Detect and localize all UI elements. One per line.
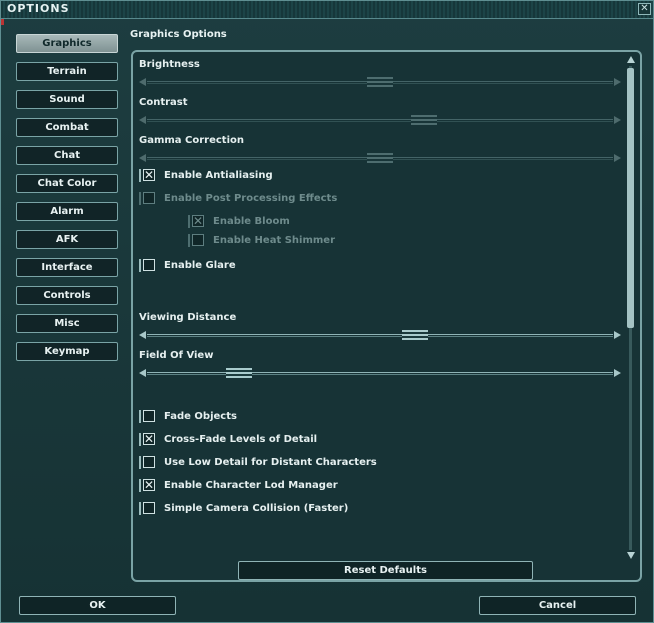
gamma-correction-label: Gamma Correction <box>139 135 245 146</box>
slider-left-arrow-icon[interactable] <box>139 369 146 377</box>
field-of-view-slider[interactable] <box>139 366 621 380</box>
checkbox-tick <box>139 259 141 272</box>
slider-thumb[interactable] <box>367 77 393 87</box>
brightness-label: Brightness <box>139 59 200 70</box>
contrast-slider[interactable] <box>139 113 621 127</box>
slider-track-shadow <box>147 374 613 375</box>
bloom-checkbox[interactable]: ✕ <box>192 214 204 228</box>
slider-right-arrow-icon[interactable] <box>614 78 621 86</box>
checkbox-tick <box>139 433 141 446</box>
section-title: Graphics Options <box>130 29 227 40</box>
slider-right-arrow-icon[interactable] <box>614 369 621 377</box>
fade-objects-checkbox[interactable] <box>143 410 155 422</box>
corner-marker <box>1 19 4 25</box>
checkbox-tick <box>188 234 190 247</box>
slider-left-arrow-icon[interactable] <box>139 78 146 86</box>
sidebar-item-chat-color[interactable]: Chat Color <box>16 174 118 193</box>
check-icon: ✕ <box>144 478 155 492</box>
slider-right-arrow-icon[interactable] <box>614 154 621 162</box>
slider-track <box>147 334 613 335</box>
sidebar-item-terrain[interactable]: Terrain <box>16 62 118 81</box>
check-icon: ✕ <box>193 214 204 228</box>
sidebar-item-keymap[interactable]: Keymap <box>16 342 118 361</box>
slider-left-arrow-icon[interactable] <box>139 116 146 124</box>
checkbox-tick <box>139 192 141 205</box>
viewing-distance-slider[interactable] <box>139 328 621 342</box>
window-title: OPTIONS <box>7 2 70 15</box>
sidebar-item-combat[interactable]: Combat <box>16 118 118 137</box>
cancel-button[interactable]: Cancel <box>479 596 636 615</box>
checkbox-tick <box>139 479 141 492</box>
slider-right-arrow-icon[interactable] <box>614 331 621 339</box>
sidebar-item-interface[interactable]: Interface <box>16 258 118 277</box>
sidebar-item-graphics[interactable]: Graphics <box>16 34 118 53</box>
checkbox-tick <box>139 169 141 182</box>
sidebar-item-sound[interactable]: Sound <box>16 90 118 109</box>
scroll-down-arrow-icon[interactable] <box>627 552 635 559</box>
post-processing-label: Enable Post Processing Effects <box>164 193 338 204</box>
check-icon: ✕ <box>144 168 155 182</box>
slider-thumb[interactable] <box>226 368 253 378</box>
heat-shimmer-label: Enable Heat Shimmer <box>213 235 336 246</box>
field-of-view-label: Field Of View <box>139 350 214 361</box>
brightness-slider[interactable] <box>139 75 621 89</box>
camera-collision-label: Simple Camera Collision (Faster) <box>164 503 349 514</box>
viewing-distance-label: Viewing Distance <box>139 312 237 323</box>
fade-objects-label: Fade Objects <box>164 411 237 422</box>
antialiasing-checkbox[interactable]: ✕ <box>143 168 155 182</box>
reset-defaults-button[interactable]: Reset Defaults <box>238 561 533 580</box>
sidebar-item-afk[interactable]: AFK <box>16 230 118 249</box>
slider-left-arrow-icon[interactable] <box>139 331 146 339</box>
checkbox-tick <box>188 215 190 228</box>
heat-shimmer-checkbox[interactable] <box>192 234 204 246</box>
sidebar-item-chat[interactable]: Chat <box>16 146 118 165</box>
camera-collision-checkbox[interactable] <box>143 502 155 514</box>
slider-thumb[interactable] <box>367 153 393 163</box>
character-lod-manager-checkbox[interactable]: ✕ <box>143 478 155 492</box>
checkbox-tick <box>139 410 141 423</box>
ok-button[interactable]: OK <box>19 596 176 615</box>
crossfade-lod-checkbox[interactable]: ✕ <box>143 432 155 446</box>
gamma-correction-slider[interactable] <box>139 151 621 165</box>
scroll-up-arrow-icon[interactable] <box>627 56 635 63</box>
low-detail-characters-label: Use Low Detail for Distant Characters <box>164 457 377 468</box>
scroll-thumb[interactable] <box>627 68 634 328</box>
sidebar-item-alarm[interactable]: Alarm <box>16 202 118 221</box>
crossfade-lod-label: Cross-Fade Levels of Detail <box>164 434 318 445</box>
slider-track-shadow <box>147 121 613 122</box>
slider-right-arrow-icon[interactable] <box>614 116 621 124</box>
glare-label: Enable Glare <box>164 260 236 271</box>
title-bar[interactable]: OPTIONS ✕ <box>1 1 653 19</box>
slider-thumb[interactable] <box>411 115 437 125</box>
options-window: OPTIONS ✕ Graphics Terrain Sound Combat … <box>0 0 654 623</box>
contrast-label: Contrast <box>139 97 188 108</box>
sidebar-item-misc[interactable]: Misc <box>16 314 118 333</box>
checkbox-tick <box>139 502 141 515</box>
character-lod-manager-label: Enable Character Lod Manager <box>164 480 338 491</box>
slider-left-arrow-icon[interactable] <box>139 154 146 162</box>
slider-track <box>147 372 613 373</box>
slider-thumb[interactable] <box>402 330 429 340</box>
close-button[interactable]: ✕ <box>638 3 651 15</box>
slider-track <box>147 119 613 120</box>
vertical-scrollbar[interactable] <box>625 56 637 559</box>
low-detail-characters-checkbox[interactable] <box>143 456 155 468</box>
sidebar-item-controls[interactable]: Controls <box>16 286 118 305</box>
antialiasing-label: Enable Antialiasing <box>164 170 273 181</box>
post-processing-checkbox[interactable] <box>143 192 155 204</box>
check-icon: ✕ <box>144 432 155 446</box>
slider-track-shadow <box>147 336 613 337</box>
checkbox-tick <box>139 456 141 469</box>
bloom-label: Enable Bloom <box>213 216 290 227</box>
glare-checkbox[interactable] <box>143 259 155 271</box>
close-icon: ✕ <box>640 3 649 14</box>
